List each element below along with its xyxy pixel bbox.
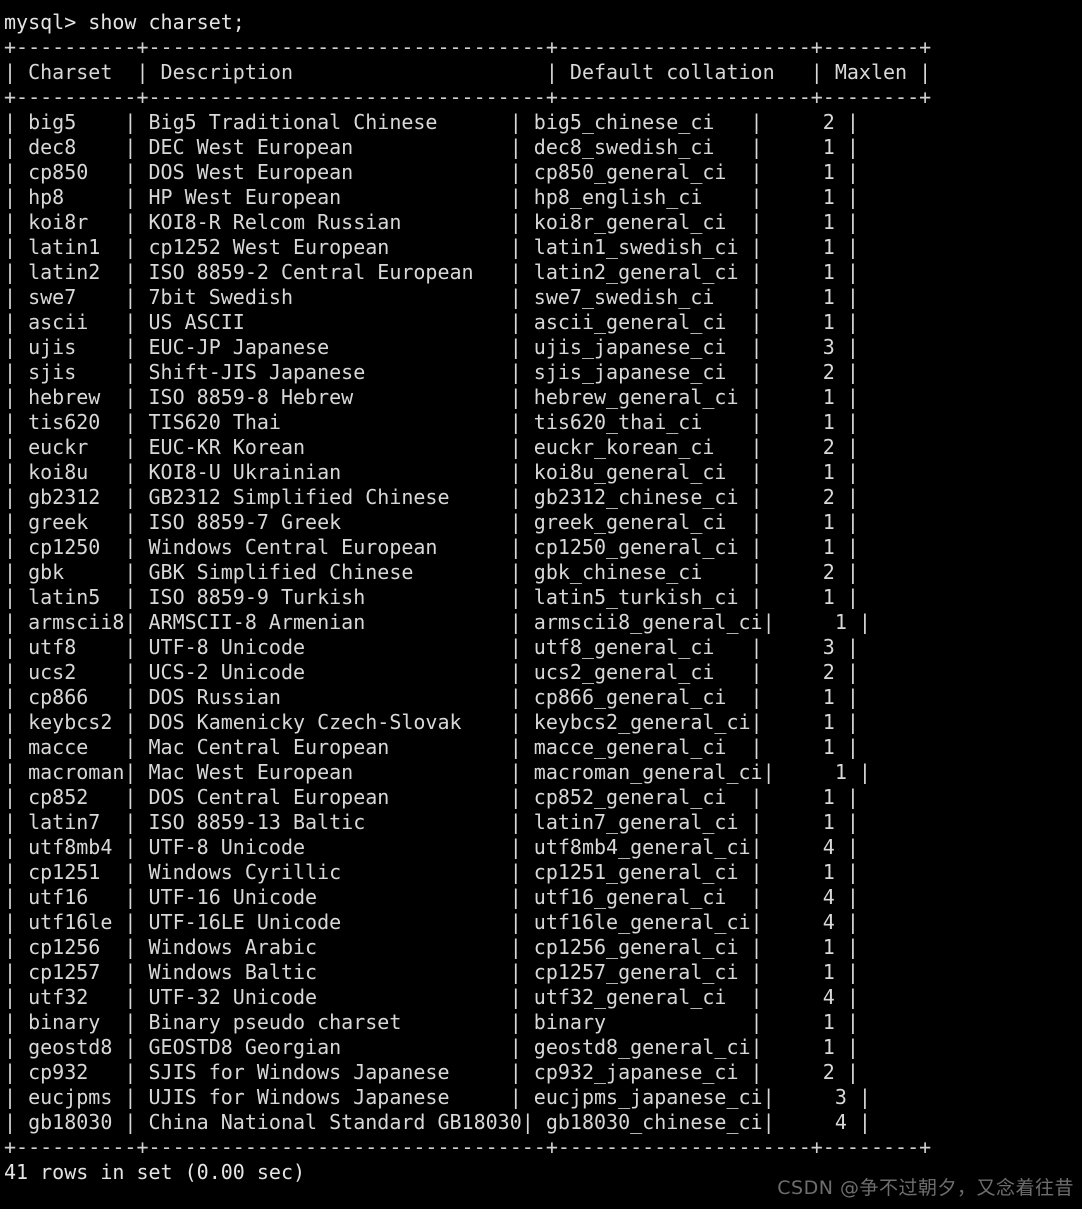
table-row: | tis620 | TIS620 Thai | tis620_thai_ci … [4, 410, 859, 434]
table-row: | sjis | Shift-JIS Japanese | sjis_japan… [4, 360, 859, 384]
table-row: | ucs2 | UCS-2 Unicode | ucs2_general_ci… [4, 660, 859, 684]
table-row: | gb2312 | GB2312 Simplified Chinese | g… [4, 485, 859, 509]
table-body: | big5 | Big5 Traditional Chinese | big5… [0, 110, 1082, 1135]
table-top-border: +----------+----------------------------… [4, 35, 932, 59]
table-row: | cp1257 | Windows Baltic | cp1257_gener… [4, 960, 859, 984]
table-row: | cp1256 | Windows Arabic | cp1256_gener… [4, 935, 859, 959]
table-row: | hp8 | HP West European | hp8_english_c… [4, 185, 859, 209]
table-row: | latin2 | ISO 8859-2 Central European |… [4, 260, 859, 284]
table-bottom-border: +----------+----------------------------… [4, 1135, 932, 1159]
table-row: | utf8mb4 | UTF-8 Unicode | utf8mb4_gene… [4, 835, 859, 859]
table-row: | koi8u | KOI8-U Ukrainian | koi8u_gener… [4, 460, 859, 484]
table-row: | utf16le | UTF-16LE Unicode | utf16le_g… [4, 910, 859, 934]
table-row: | binary | Binary pseudo charset | binar… [4, 1010, 859, 1034]
table-row: | armscii8| ARMSCII-8 Armenian | armscii… [4, 610, 871, 634]
table-row: | cp1251 | Windows Cyrillic | cp1251_gen… [4, 860, 859, 884]
table-row: | latin5 | ISO 8859-9 Turkish | latin5_t… [4, 585, 859, 609]
table-row: | greek | ISO 8859-7 Greek | greek_gener… [4, 510, 859, 534]
table-row: | geostd8 | GEOSTD8 Georgian | geostd8_g… [4, 1035, 859, 1059]
table-row: | koi8r | KOI8-R Relcom Russian | koi8r_… [4, 210, 859, 234]
terminal-window: mysql> show charset; +----------+-------… [0, 0, 1082, 1209]
table-row: | cp932 | SJIS for Windows Japanese | cp… [4, 1060, 859, 1084]
table-row: | cp852 | DOS Central European | cp852_g… [4, 785, 859, 809]
table-row: | eucjpms | UJIS for Windows Japanese | … [4, 1085, 871, 1109]
table-row: | latin7 | ISO 8859-13 Baltic | latin7_g… [4, 810, 859, 834]
table-row: | gb18030 | China National Standard GB18… [4, 1110, 871, 1134]
table-row: | latin1 | cp1252 West European | latin1… [4, 235, 859, 259]
table-row: | ascii | US ASCII | ascii_general_ci | … [4, 310, 859, 334]
table-row: | cp866 | DOS Russian | cp866_general_ci… [4, 685, 859, 709]
table-row: | utf32 | UTF-32 Unicode | utf32_general… [4, 985, 859, 1009]
table-row: | keybcs2 | DOS Kamenicky Czech-Slovak |… [4, 710, 859, 734]
command-prompt-line: mysql> show charset; [4, 10, 245, 34]
table-row: | euckr | EUC-KR Korean | euckr_korean_c… [4, 435, 859, 459]
table-row: | macroman| Mac West European | macroman… [4, 760, 871, 784]
table-row: | utf16 | UTF-16 Unicode | utf16_general… [4, 885, 859, 909]
table-row: | ujis | EUC-JP Japanese | ujis_japanese… [4, 335, 859, 359]
table-row: | cp1250 | Windows Central European | cp… [4, 535, 859, 559]
table-header-border: +----------+----------------------------… [4, 85, 932, 109]
table-row: | cp850 | DOS West European | cp850_gene… [4, 160, 859, 184]
table-row: | hebrew | ISO 8859-8 Hebrew | hebrew_ge… [4, 385, 859, 409]
table-row: | swe7 | 7bit Swedish | swe7_swedish_ci … [4, 285, 859, 309]
table-row: | macce | Mac Central European | macce_g… [4, 735, 859, 759]
table-row: | gbk | GBK Simplified Chinese | gbk_chi… [4, 560, 859, 584]
table-row: | utf8 | UTF-8 Unicode | utf8_general_ci… [4, 635, 859, 659]
table-row: | big5 | Big5 Traditional Chinese | big5… [4, 110, 859, 134]
table-row: | dec8 | DEC West European | dec8_swedis… [4, 135, 859, 159]
csdn-watermark: CSDN @争不过朝夕，又念着往昔 [777, 1177, 1074, 1199]
table-header-row: | Charset | Description | Default collat… [4, 60, 932, 84]
